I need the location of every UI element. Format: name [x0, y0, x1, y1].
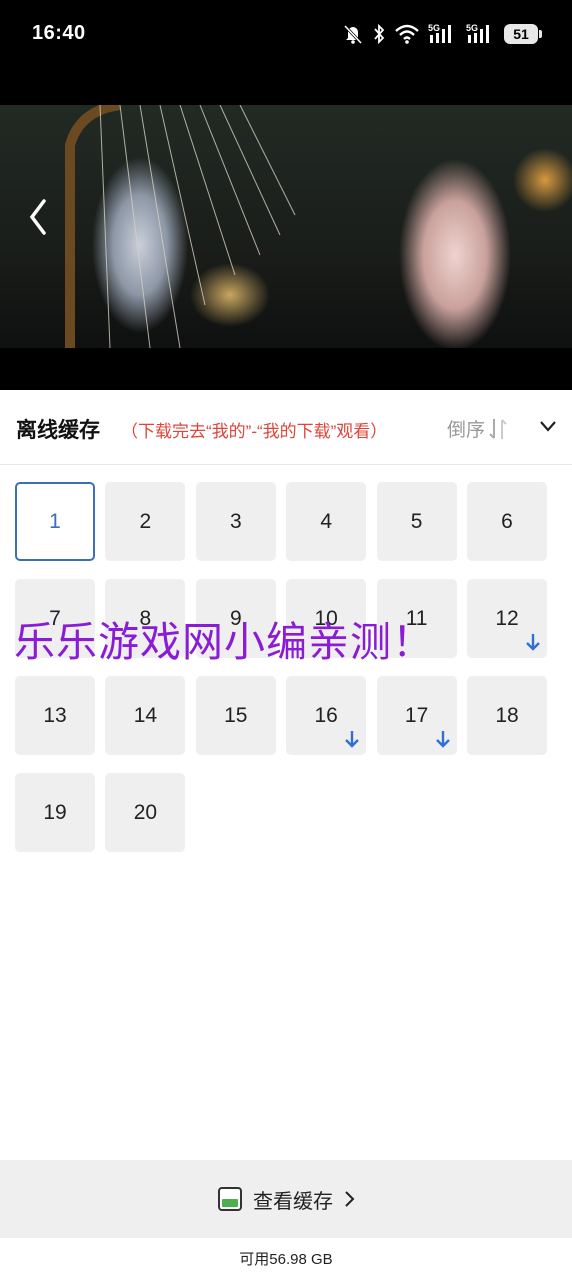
- episode-number: 2: [139, 510, 152, 533]
- chevron-down-icon[interactable]: [538, 418, 558, 434]
- bluetooth-icon: [374, 23, 385, 45]
- episode-item[interactable]: 14: [105, 676, 186, 755]
- view-cache-button[interactable]: 查看缓存: [0, 1160, 572, 1238]
- episode-number: 16: [314, 704, 338, 727]
- signal-bars-icon: [468, 25, 489, 43]
- download-arrow-icon: [526, 634, 540, 651]
- sd-card-icon: [218, 1187, 242, 1211]
- signal-bars-icon: [430, 25, 451, 43]
- episode-item[interactable]: 2: [105, 482, 186, 561]
- episode-item[interactable]: 7: [15, 579, 95, 658]
- download-arrow-icon: [435, 731, 450, 748]
- episode-item[interactable]: 3: [195, 482, 276, 561]
- episode-number: 11: [405, 607, 428, 630]
- episode-item[interactable]: 17: [376, 676, 457, 755]
- download-hint: （下载完去“我的”-“我的下载”观看）: [121, 422, 388, 441]
- video-bottom-bar: [0, 348, 572, 390]
- episode-number: 6: [501, 510, 513, 533]
- offline-cache-header: 离线缓存 （下载完去“我的”-“我的下载”观看） 倒序: [0, 390, 572, 465]
- sort-order-label: 倒序: [447, 420, 486, 441]
- sort-icon: [489, 418, 507, 439]
- battery-indicator: 51: [504, 24, 542, 44]
- sort-order-button[interactable]: 倒序: [447, 415, 507, 442]
- episode-number: 18: [495, 704, 519, 727]
- episode-number: 9: [229, 607, 242, 630]
- episode-item[interactable]: 12: [467, 579, 547, 658]
- episode-item[interactable]: 8: [105, 579, 186, 658]
- signal-5g-1: 5G: [428, 23, 458, 45]
- status-icons: 5G 5G 51: [342, 20, 542, 48]
- view-cache-label: 查看缓存: [253, 1190, 333, 1213]
- episode-item[interactable]: 13: [15, 676, 95, 755]
- harp-strings: [65, 105, 296, 348]
- episode-item[interactable]: 10: [286, 579, 367, 658]
- episode-number: 8: [139, 607, 152, 630]
- episode-number: 3: [229, 510, 242, 533]
- video-player[interactable]: [0, 105, 572, 348]
- wifi-icon: [395, 24, 419, 44]
- episode-number: 7: [49, 607, 61, 630]
- status-time: 16:40: [32, 22, 86, 44]
- episode-number: 1: [49, 510, 61, 533]
- back-icon[interactable]: [26, 197, 50, 237]
- status-bar: 16:40 5G 5G 51: [0, 0, 572, 105]
- mute-bell-icon: [343, 24, 363, 45]
- episode-item[interactable]: 16: [286, 676, 367, 755]
- episode-number: 10: [314, 607, 338, 630]
- episode-number: 19: [43, 801, 67, 824]
- episode-item[interactable]: 20: [105, 773, 186, 852]
- signal-5g-2: 5G: [466, 23, 496, 45]
- episode-item[interactable]: 4: [286, 482, 367, 561]
- download-arrow-icon: [345, 731, 360, 748]
- episode-item[interactable]: 1: [15, 482, 95, 561]
- page-title: 离线缓存: [16, 419, 100, 442]
- episode-item[interactable]: 5: [376, 482, 457, 561]
- episode-item[interactable]: 9: [195, 579, 276, 658]
- episode-item[interactable]: 15: [195, 676, 276, 755]
- episode-item[interactable]: 18: [467, 676, 547, 755]
- episode-number: 17: [404, 704, 429, 727]
- episode-item[interactable]: 6: [467, 482, 547, 561]
- episode-number: 20: [133, 801, 158, 824]
- episode-item[interactable]: 19: [15, 773, 95, 852]
- episode-number: 12: [495, 607, 519, 630]
- episode-number: 4: [320, 510, 333, 533]
- chevron-right-icon: [345, 1191, 355, 1207]
- episode-number: 13: [43, 704, 67, 727]
- episode-item[interactable]: 11: [376, 579, 457, 658]
- episode-number: 5: [410, 510, 423, 533]
- episode-number: 14: [133, 704, 158, 727]
- available-storage: 可用56.98 GB: [239, 1251, 333, 1268]
- episode-number: 15: [224, 704, 248, 727]
